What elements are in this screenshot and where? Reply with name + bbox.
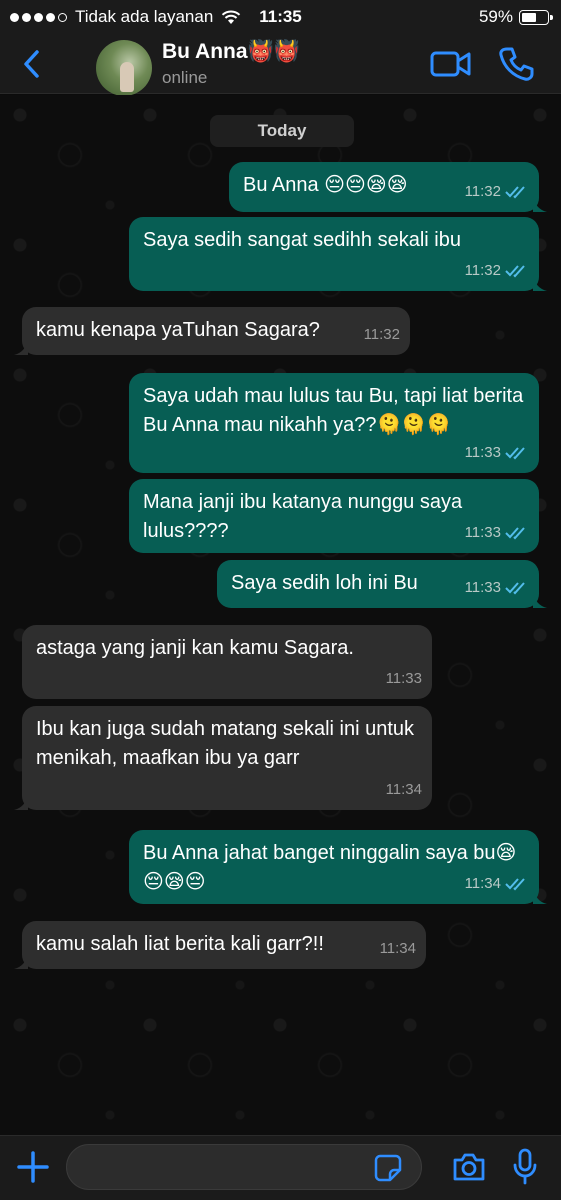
video-camera-icon — [430, 51, 471, 77]
avatar[interactable] — [96, 40, 152, 96]
voice-call-button[interactable] — [498, 46, 534, 82]
message-bubble-outgoing[interactable]: Bu Anna jahat banget ninggalin saya bu😪😔… — [129, 830, 547, 904]
message-bubble-outgoing[interactable]: Mana janji ibu katanya nunggu saya lulus… — [129, 479, 539, 553]
message-meta: 11:33 — [465, 573, 529, 602]
read-ticks-icon — [505, 526, 525, 539]
bubble-tail — [533, 888, 547, 904]
attach-button[interactable] — [16, 1150, 50, 1184]
message-bubble-outgoing[interactable]: Saya sedih sangat sedihh sekali ibu 11:3… — [129, 217, 547, 291]
message-bubble-incoming[interactable]: kamu salah liat berita kali garr?!! 11:3… — [14, 921, 426, 969]
status-right: 59% — [478, 7, 553, 27]
read-ticks-icon — [505, 446, 525, 459]
date-divider: Today — [210, 115, 354, 147]
video-call-button[interactable] — [430, 48, 472, 80]
message-time: 11:32 — [464, 183, 501, 200]
message-bubble-incoming[interactable]: Ibu kan juga sudah matang sekali ini unt… — [14, 706, 432, 810]
battery-level — [522, 12, 536, 22]
message-meta: 11:34 — [386, 775, 422, 804]
composer-bar — [0, 1135, 561, 1200]
signal-strength-icon — [10, 12, 67, 22]
chevron-left-icon — [24, 50, 39, 78]
message-time: 11:34 — [464, 875, 501, 892]
message-time: 11:33 — [464, 524, 501, 541]
message-bubble-incoming[interactable]: kamu kenapa yaTuhan Sagara? 11:32 — [14, 307, 410, 355]
camera-button[interactable] — [452, 1152, 486, 1182]
read-ticks-icon — [505, 877, 525, 890]
message-time: 11:32 — [363, 326, 400, 343]
message-meta: 11:32 — [465, 177, 529, 206]
back-button[interactable] — [16, 46, 46, 82]
plus-icon — [17, 1151, 49, 1183]
wifi-icon — [222, 10, 241, 24]
chat-header: Bu Anna👹👹 online — [0, 34, 561, 96]
message-time: 11:32 — [464, 262, 501, 279]
message-meta: 11:32 — [364, 320, 400, 349]
status-bar: Tidak ada layanan 11:35 59% — [0, 0, 561, 34]
chat-area[interactable]: Today Bu Anna 😔😔😪😪 11:32 Saya sedih sang… — [0, 95, 561, 1135]
battery-icon — [519, 9, 553, 25]
bubble-tail — [533, 196, 547, 212]
message-time: 11:34 — [385, 781, 422, 798]
bubble-tail — [14, 339, 28, 355]
message-bubble-incoming[interactable]: astaga yang janji kan kamu Sagara. 11:33 — [22, 625, 432, 699]
phone-icon — [499, 47, 534, 81]
message-text: kamu kenapa yaTuhan Sagara? — [36, 319, 320, 341]
contact-status: online — [162, 68, 208, 87]
message-time: 11:33 — [464, 444, 501, 461]
read-ticks-icon — [505, 185, 525, 198]
message-text: Ibu kan juga sudah matang sekali ini unt… — [36, 718, 415, 769]
message-meta: 11:33 — [465, 438, 529, 467]
message-bubble-outgoing[interactable]: Bu Anna 😔😔😪😪 11:32 — [229, 162, 547, 212]
message-time: 11:33 — [385, 670, 422, 687]
message-meta: 11:33 — [465, 518, 529, 547]
bubble-tail — [14, 953, 28, 969]
message-bubble-outgoing[interactable]: Saya sedih loh ini Bu 11:33 — [217, 560, 547, 608]
camera-icon — [453, 1153, 485, 1181]
status-left: Tidak ada layanan — [10, 7, 241, 27]
bubble-tail — [533, 275, 547, 291]
sticker-button[interactable] — [374, 1154, 402, 1182]
carrier-label: Tidak ada layanan — [75, 7, 214, 26]
message-text: kamu salah liat berita kali garr?!! — [36, 933, 324, 955]
battery-percent: 59% — [478, 7, 513, 26]
read-ticks-icon — [505, 264, 525, 277]
contact-name[interactable]: Bu Anna👹👹 — [162, 40, 300, 64]
message-time: 11:34 — [379, 940, 416, 957]
message-meta: 11:33 — [386, 664, 422, 693]
message-meta: 11:32 — [465, 256, 529, 285]
microphone-icon — [513, 1148, 537, 1185]
read-ticks-icon — [505, 581, 525, 594]
message-meta: 11:34 — [465, 869, 529, 898]
bubble-tail — [533, 592, 547, 608]
message-input[interactable] — [66, 1144, 422, 1190]
microphone-button[interactable] — [512, 1148, 538, 1186]
message-text: Saya udah mau lulus tau Bu, tapi liat be… — [143, 385, 524, 436]
message-text: astaga yang janji kan kamu Sagara. — [36, 637, 354, 659]
message-bubble-outgoing[interactable]: Saya udah mau lulus tau Bu, tapi liat be… — [129, 373, 539, 473]
sticker-icon — [374, 1154, 402, 1182]
bubble-tail — [14, 794, 28, 810]
message-text: Saya sedih sangat sedihh sekali ibu — [143, 229, 461, 251]
message-time: 11:33 — [464, 579, 501, 596]
message-meta: 11:34 — [380, 934, 416, 963]
